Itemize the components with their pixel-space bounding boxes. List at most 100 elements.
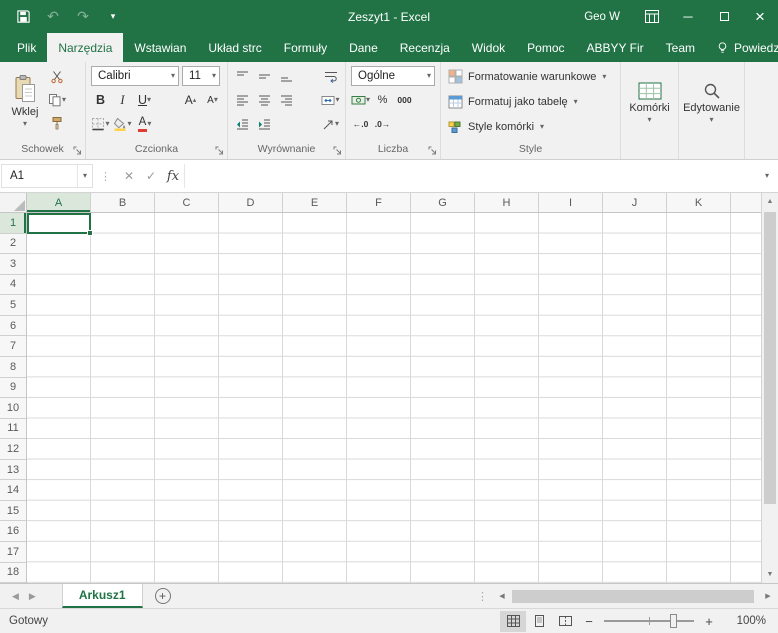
scroll-down-button[interactable]: ▼: [762, 566, 778, 583]
horizontal-scrollbar[interactable]: ◀ ▶: [494, 587, 776, 605]
tab-plik[interactable]: Plik: [6, 33, 47, 62]
fill-handle[interactable]: [87, 229, 93, 236]
editing-button[interactable]: Edytowanie ▾: [679, 64, 744, 142]
scroll-right-button[interactable]: ▶: [760, 592, 776, 600]
select-all-corner[interactable]: [0, 193, 27, 212]
tab-wstawianie[interactable]: Wstawian: [123, 33, 197, 62]
row-header-3[interactable]: 3: [0, 254, 26, 275]
tab-recenzja[interactable]: Recenzja: [389, 33, 461, 62]
format-painter-button[interactable]: [46, 112, 68, 134]
sheet-tab-arkusz1[interactable]: Arkusz1: [61, 584, 143, 608]
increase-indent-button[interactable]: [255, 114, 274, 134]
scroll-up-button[interactable]: ▲: [762, 193, 778, 210]
tab-widok[interactable]: Widok: [461, 33, 516, 62]
tab-pomoc[interactable]: Pomoc: [516, 33, 575, 62]
number-dialog-launcher[interactable]: [427, 145, 438, 156]
row-header-11[interactable]: 11: [0, 419, 26, 440]
font-size-combo[interactable]: 11 ▾: [182, 66, 220, 86]
horizontal-scroll-track[interactable]: [510, 588, 760, 605]
column-header-b[interactable]: B: [91, 193, 155, 212]
format-as-table-button[interactable]: Formatuj jako tabelę ▾: [441, 89, 620, 114]
tab-abbyy-finereader[interactable]: ABBYY Fir: [576, 33, 655, 62]
bottom-align-button[interactable]: [277, 66, 296, 86]
row-header-7[interactable]: 7: [0, 336, 26, 357]
name-box[interactable]: A1 ▾: [1, 164, 93, 188]
tab-uklad-strony[interactable]: Układ strc: [197, 33, 272, 62]
normal-view-button[interactable]: [500, 610, 526, 632]
align-right-button[interactable]: [277, 90, 296, 110]
close-button[interactable]: ×: [742, 0, 778, 33]
paste-button[interactable]: Wklej ▾: [4, 65, 46, 137]
column-header-e[interactable]: E: [283, 193, 347, 212]
top-align-button[interactable]: [233, 66, 252, 86]
row-header-14[interactable]: 14: [0, 480, 26, 501]
wrap-text-button[interactable]: [321, 66, 340, 86]
column-header-a[interactable]: A: [27, 193, 91, 212]
zoom-level-label[interactable]: 100%: [720, 615, 766, 627]
cut-button[interactable]: [46, 66, 68, 88]
tab-scroll-splitter[interactable]: ⋮: [471, 590, 494, 603]
row-header-18[interactable]: 18: [0, 563, 26, 583]
active-cell[interactable]: [27, 213, 93, 236]
tab-narzedzia-glowne[interactable]: Narzędzia: [47, 33, 124, 62]
minimize-button[interactable]: ─: [670, 0, 706, 33]
row-header-10[interactable]: 10: [0, 398, 26, 419]
column-header-i[interactable]: I: [539, 193, 603, 212]
row-header-16[interactable]: 16: [0, 521, 26, 542]
tab-team[interactable]: Team: [655, 33, 706, 62]
orientation-button[interactable]: ▾: [321, 114, 340, 134]
horizontal-scroll-thumb[interactable]: [512, 589, 754, 603]
vertical-scroll-track[interactable]: [762, 210, 778, 566]
new-sheet-button[interactable]: +: [154, 588, 171, 604]
save-button[interactable]: [10, 4, 36, 30]
account-name[interactable]: Geo W: [584, 11, 620, 23]
column-header-f[interactable]: F: [347, 193, 411, 212]
formula-input[interactable]: [184, 164, 756, 188]
align-center-button[interactable]: [255, 90, 274, 110]
ribbon-display-options-button[interactable]: [634, 0, 670, 33]
page-break-preview-button[interactable]: [552, 611, 578, 632]
column-header-h[interactable]: H: [475, 193, 539, 212]
previous-sheet-button[interactable]: ◀: [12, 591, 19, 602]
alignment-dialog-launcher[interactable]: [332, 145, 343, 156]
tell-me-button[interactable]: Powiedz i: [706, 33, 778, 62]
insert-function-button[interactable]: fx: [162, 164, 184, 188]
row-header-4[interactable]: 4: [0, 275, 26, 296]
zoom-out-button[interactable]: −: [578, 611, 600, 632]
increase-decimal-button[interactable]: ←.0: [351, 114, 370, 134]
name-box-dropdown-icon[interactable]: ▾: [76, 165, 92, 187]
clipboard-dialog-launcher[interactable]: [72, 145, 83, 156]
percent-style-button[interactable]: %: [373, 90, 392, 110]
vertical-scroll-thumb[interactable]: [764, 212, 776, 504]
fill-color-button[interactable]: ▾: [113, 114, 132, 134]
cell-styles-button[interactable]: Style komórki ▾: [441, 114, 620, 139]
increase-font-size-button[interactable]: A ▴: [181, 90, 200, 110]
redo-button[interactable]: ↷: [70, 4, 96, 30]
row-header-13[interactable]: 13: [0, 460, 26, 481]
decrease-decimal-button[interactable]: .0→: [373, 114, 392, 134]
accounting-format-button[interactable]: ▾: [351, 90, 370, 110]
row-header-6[interactable]: 6: [0, 316, 26, 337]
italic-button[interactable]: I: [113, 90, 132, 110]
align-left-button[interactable]: [233, 90, 252, 110]
column-header-d[interactable]: D: [219, 193, 283, 212]
page-layout-view-button[interactable]: [526, 611, 552, 632]
column-header-j[interactable]: J: [603, 193, 667, 212]
cancel-button[interactable]: ✕: [118, 164, 140, 188]
row-header-12[interactable]: 12: [0, 439, 26, 460]
merge-center-button[interactable]: ▾: [321, 90, 340, 110]
font-family-combo[interactable]: Calibri ▾: [91, 66, 179, 86]
row-header-8[interactable]: 8: [0, 357, 26, 378]
column-header-k[interactable]: K: [667, 193, 731, 212]
row-header-2[interactable]: 2: [0, 234, 26, 255]
font-color-button[interactable]: A ▾: [135, 114, 154, 134]
middle-align-button[interactable]: [255, 66, 274, 86]
comma-style-button[interactable]: 000: [395, 90, 414, 110]
enter-button[interactable]: ✓: [140, 164, 162, 188]
tab-dane[interactable]: Dane: [338, 33, 389, 62]
next-sheet-button[interactable]: ▶: [29, 591, 36, 602]
row-header-17[interactable]: 17: [0, 542, 26, 563]
row-header-5[interactable]: 5: [0, 295, 26, 316]
scroll-left-button[interactable]: ◀: [494, 592, 510, 600]
vertical-scrollbar[interactable]: ▲ ▼: [761, 193, 778, 583]
